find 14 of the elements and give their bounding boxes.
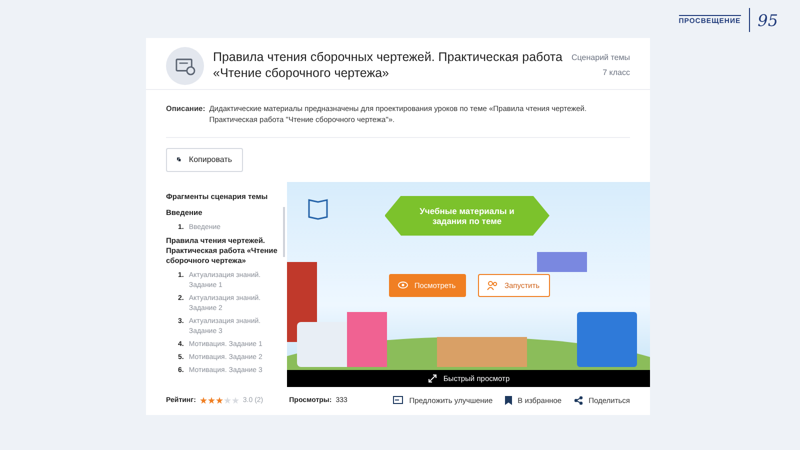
people-icon bbox=[487, 280, 498, 290]
bookmark-icon bbox=[504, 396, 512, 406]
expand-icon bbox=[428, 374, 438, 383]
book-logo-icon bbox=[306, 196, 329, 221]
material-type: Сценарий темы bbox=[572, 53, 630, 62]
copy-button[interactable]: Копировать bbox=[166, 148, 243, 172]
document-icon bbox=[166, 47, 204, 85]
share-icon bbox=[574, 396, 583, 406]
comment-icon bbox=[393, 396, 404, 406]
banner-label: Учебные материалы и задания по теме bbox=[384, 196, 550, 236]
grade-label: 7 класс bbox=[602, 68, 630, 77]
anniversary-logo: 95 bbox=[758, 10, 778, 30]
eye-icon bbox=[398, 281, 408, 290]
scenario-title: Правила чтения сборочных чертежей. Практическая работа «Чтение сборочного чертежа» bbox=[213, 49, 563, 81]
